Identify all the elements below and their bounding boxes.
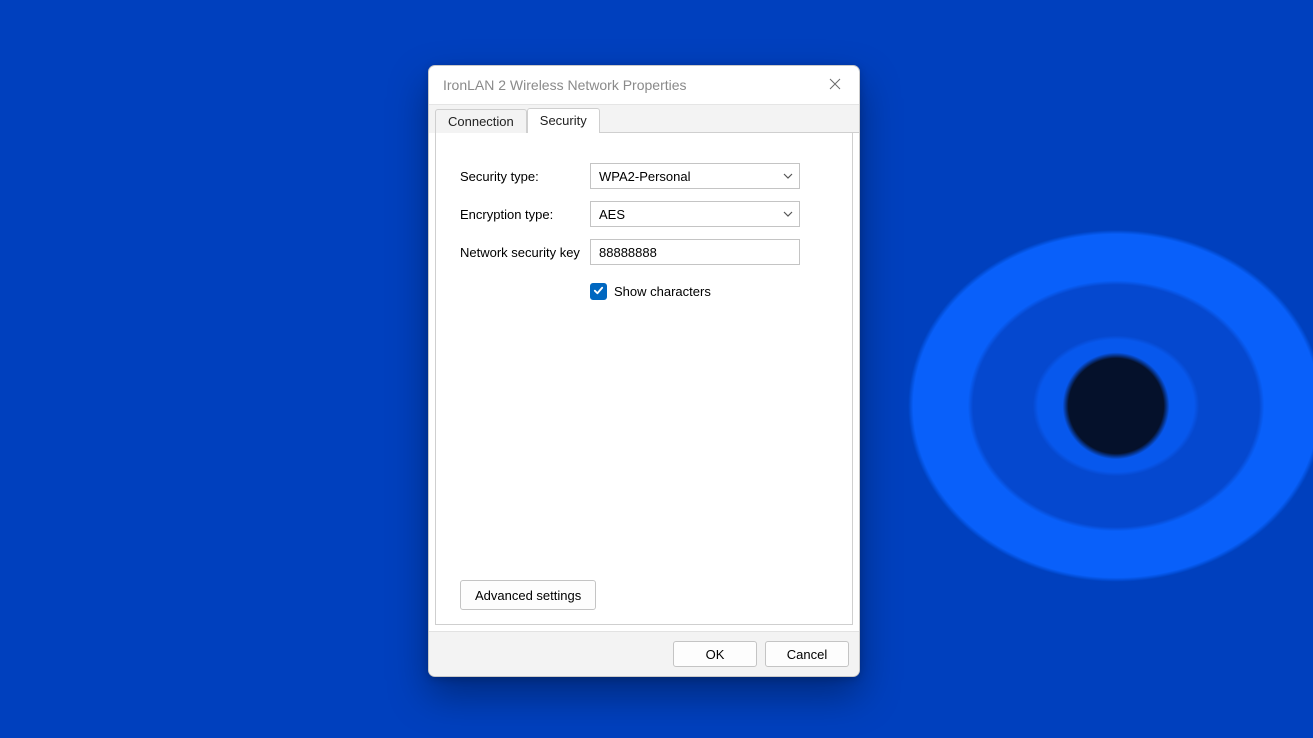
tab-connection-label: Connection [448, 114, 514, 129]
advanced-settings-label: Advanced settings [475, 588, 581, 603]
row-security-type: Security type: WPA2-Personal [460, 163, 828, 189]
cancel-button[interactable]: Cancel [765, 641, 849, 667]
window-title: IronLAN 2 Wireless Network Properties [443, 77, 687, 93]
tab-strip: Connection Security [429, 104, 859, 133]
tab-security-label: Security [540, 113, 587, 128]
security-type-label: Security type: [460, 169, 590, 184]
ok-button[interactable]: OK [673, 641, 757, 667]
row-network-key: Network security key [460, 239, 828, 265]
close-button[interactable] [821, 71, 849, 99]
security-type-dropdown[interactable]: WPA2-Personal [590, 163, 800, 189]
tab-panel-security: Security type: WPA2-Personal Encryption … [435, 133, 853, 625]
close-icon [829, 78, 841, 93]
titlebar: IronLAN 2 Wireless Network Properties [429, 66, 859, 104]
security-type-value: WPA2-Personal [599, 169, 691, 184]
encryption-type-dropdown[interactable]: AES [590, 201, 800, 227]
spacer [460, 300, 828, 580]
show-characters-checkbox[interactable] [590, 283, 607, 300]
chevron-down-icon [783, 171, 793, 181]
wireless-properties-dialog: IronLAN 2 Wireless Network Properties Co… [428, 65, 860, 677]
tab-connection[interactable]: Connection [435, 109, 527, 134]
check-icon [593, 284, 604, 299]
chevron-down-icon [783, 209, 793, 219]
encryption-type-value: AES [599, 207, 625, 222]
advanced-settings-button[interactable]: Advanced settings [460, 580, 596, 610]
show-characters-label: Show characters [614, 284, 711, 299]
network-key-input[interactable] [590, 239, 800, 265]
tab-security[interactable]: Security [527, 108, 600, 134]
row-show-characters: Show characters [590, 283, 828, 300]
dialog-footer: OK Cancel [429, 631, 859, 676]
network-key-label: Network security key [460, 245, 590, 260]
ok-button-label: OK [706, 647, 725, 662]
encryption-type-label: Encryption type: [460, 207, 590, 222]
tabstrip-filler [600, 104, 859, 133]
row-encryption-type: Encryption type: AES [460, 201, 828, 227]
cancel-button-label: Cancel [787, 647, 827, 662]
